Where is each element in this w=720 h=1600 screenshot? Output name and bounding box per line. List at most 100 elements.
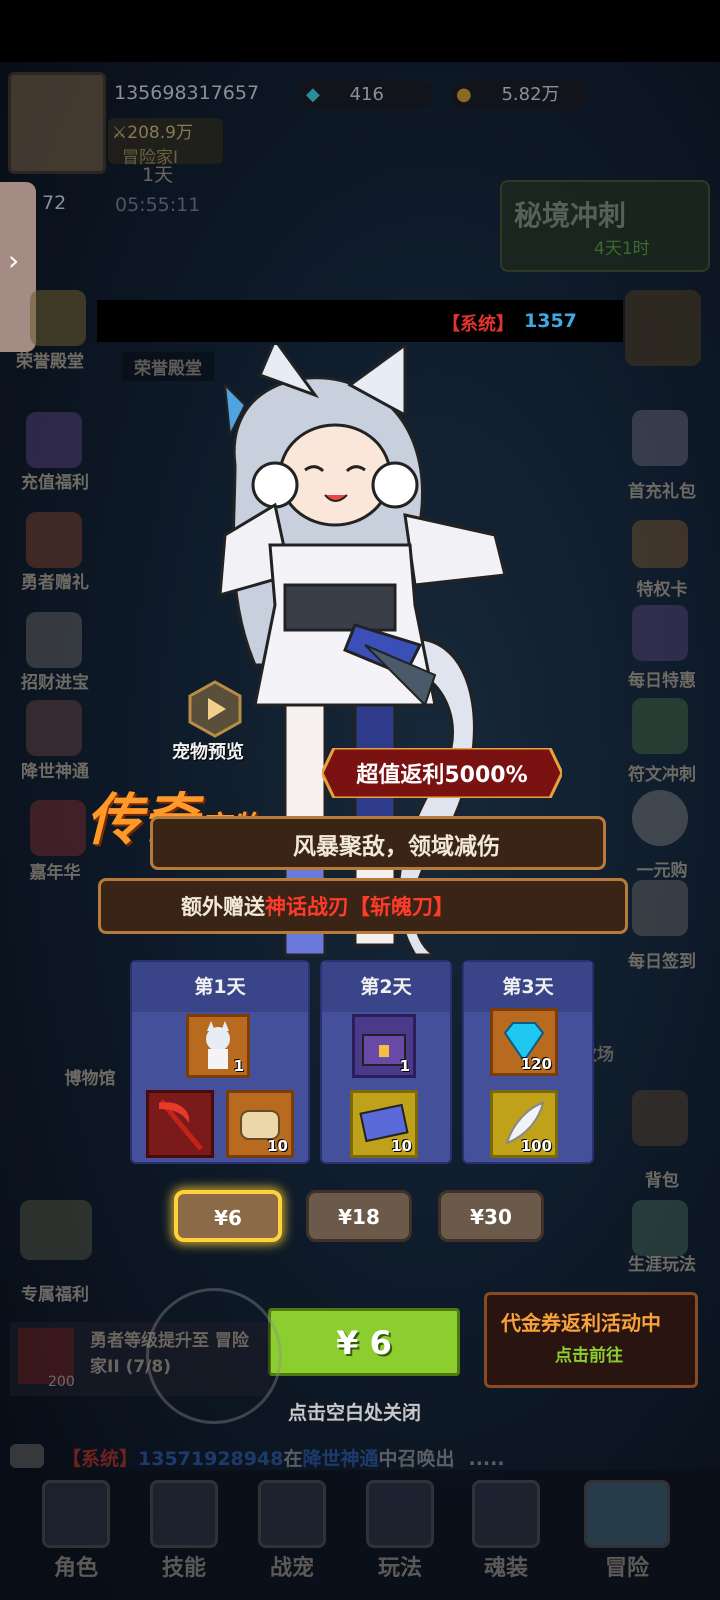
left-menu-museum[interactable]: 博物馆 [40,1064,140,1089]
day-card-label: 第2天 [322,962,450,1012]
left-menu-recharge[interactable]: 充值福利 [5,468,105,493]
voucher-title: 代金券返利活动中 [501,1311,661,1335]
price-option-30[interactable]: ¥30 [438,1190,544,1242]
nav-play[interactable]: 玩法 [360,1480,440,1582]
nav-role[interactable]: 角色 [36,1480,116,1582]
nav-label: 角色 [53,1556,98,1581]
chevron-right-icon: › [8,244,20,277]
bonus-prefix: 额外赠送 [181,895,265,919]
left-menu-carnival[interactable]: 嘉年华 [5,858,105,883]
status-bar [0,0,720,62]
skill-scroll: 风暴聚敌，领域减伤 [150,816,606,870]
event-timer: 4天1时 [594,239,650,259]
reward-item-diamond[interactable]: 120 [490,1008,558,1076]
reward-item-pet[interactable]: 1 [186,1014,250,1078]
left-icon-exclusive[interactable] [20,1200,92,1260]
left-menu-exclusive[interactable]: 专属福利 [5,1280,105,1305]
right-icon-firstpack[interactable] [632,410,688,466]
power-text: 208.9万 [127,123,193,143]
menu-list-icon[interactable] [625,290,701,366]
right-menu-onebuy[interactable]: 一元购 [612,856,712,881]
rebate-banner: 超值返利5000% [322,748,562,798]
nav-soul[interactable]: 魂装 [466,1480,546,1582]
reward-item-chest[interactable]: 1 [352,1014,416,1078]
chat-line[interactable]: 【系统】13571928948在降世神通中召唤出..... [62,1444,505,1471]
left-icon-fortune[interactable] [26,612,82,668]
red-scythe-icon [159,1099,203,1151]
system-value: 1357 [524,310,577,332]
timer-text: 05:55:11 [115,194,201,216]
nav-pet[interactable]: 战宠 [252,1480,332,1582]
buy-button[interactable]: ¥ 6 [268,1308,460,1376]
pet-illustration [218,345,507,957]
item-qty: 1 [399,1057,410,1075]
right-menu-signin[interactable]: 每日签到 [612,947,712,972]
nav-adventure[interactable]: 冒险 [572,1480,682,1582]
voucher-panel[interactable]: 代金券返利活动中 点击前往 [484,1292,698,1388]
left-icon-avatar[interactable] [26,700,82,756]
days-text: 1天 [142,164,174,186]
right-menu-rune[interactable]: 符文冲刺 [612,760,712,785]
chat-mid: 在 [283,1448,303,1470]
reward-item-ticket[interactable]: 10 [350,1090,418,1158]
play-icon [188,680,242,738]
item-qty: 100 [520,1137,552,1155]
item-qty: 10 [391,1137,412,1155]
right-icon-onebuy[interactable] [632,790,688,846]
pet-preview-label: 宠物预览 [172,742,244,763]
left-icon-recharge[interactable] [26,412,82,468]
right-icon-bag[interactable] [632,1090,688,1146]
item-qty: 120 [520,1055,552,1073]
left-menu-gift[interactable]: 勇者赠礼 [5,568,105,593]
player-avatar[interactable] [8,72,106,174]
chat-tail: 中召唤出 [378,1448,455,1470]
right-menu-daily-deal[interactable]: 每日特惠 [612,666,712,691]
soul-icon [472,1480,540,1548]
chat-place: 降世神通 [302,1448,379,1470]
nav-label: 魂装 [483,1556,528,1581]
nav-label: 玩法 [377,1556,422,1581]
bonus-scroll: 额外赠送神话战刃【斩魄刀】 [98,878,628,934]
right-icon-daily-deal[interactable] [632,605,688,661]
skill-text: 风暴聚敌，领域减伤 [293,834,500,860]
rebate-text: 超值返利5000% [356,763,528,788]
item-qty: 10 [267,1137,288,1155]
system-tag: 【系统】 [442,314,514,335]
left-menu-hall[interactable]: 荣誉殿堂 [0,347,100,372]
right-icon-signin[interactable] [632,880,688,936]
right-menu-vip[interactable]: 特权卡 [612,575,712,600]
diamond-count: 416 [349,84,384,105]
nav-label: 战宠 [269,1556,314,1581]
left-icon-hall[interactable] [30,290,86,346]
nav-skill[interactable]: 技能 [144,1480,224,1582]
right-icon-rune[interactable] [632,698,688,754]
chat-bubble-icon[interactable] [10,1444,44,1468]
right-icon-vip[interactable] [632,520,688,568]
left-icon-gift[interactable] [26,512,82,568]
joystick-ring[interactable] [146,1288,282,1424]
price-option-6[interactable]: ¥6 [174,1190,282,1242]
event-banner[interactable]: 秘境冲刺 4天1时 [500,180,710,272]
gold-pill[interactable]: ● 5.82万 [450,80,588,110]
diamond-icon: ◆ [306,84,320,105]
price-option-18[interactable]: ¥18 [306,1190,412,1242]
right-icon-career[interactable] [632,1200,688,1256]
day-card-label: 第3天 [464,962,592,1012]
left-icon-carnival[interactable] [30,800,86,856]
pet-preview-button[interactable] [186,680,244,738]
right-menu-bag[interactable]: 背包 [612,1166,712,1191]
voucher-action: 点击前往 [555,1346,623,1366]
reward-item-bread[interactable]: 10 [226,1090,294,1158]
chat-player: 13571928948 [138,1448,284,1470]
bonus-item: 神话战刃【斩魄刀】 [265,895,454,919]
reward-item-feather[interactable]: 100 [490,1090,558,1158]
close-hint[interactable]: 点击空白处关闭 [288,1398,421,1425]
right-menu-career[interactable]: 生涯玩法 [612,1250,712,1275]
chat-tag: 【系统】 [62,1448,139,1470]
player-id: 135698317657 [114,82,260,104]
reward-item-scythe[interactable] [146,1090,214,1158]
left-menu-fortune[interactable]: 招财进宝 [5,668,105,693]
quest-reward-count: 200 [48,1374,75,1390]
diamond-pill[interactable]: ◆ 416 [298,80,434,110]
right-menu-firstpack[interactable]: 首充礼包 [612,477,712,502]
